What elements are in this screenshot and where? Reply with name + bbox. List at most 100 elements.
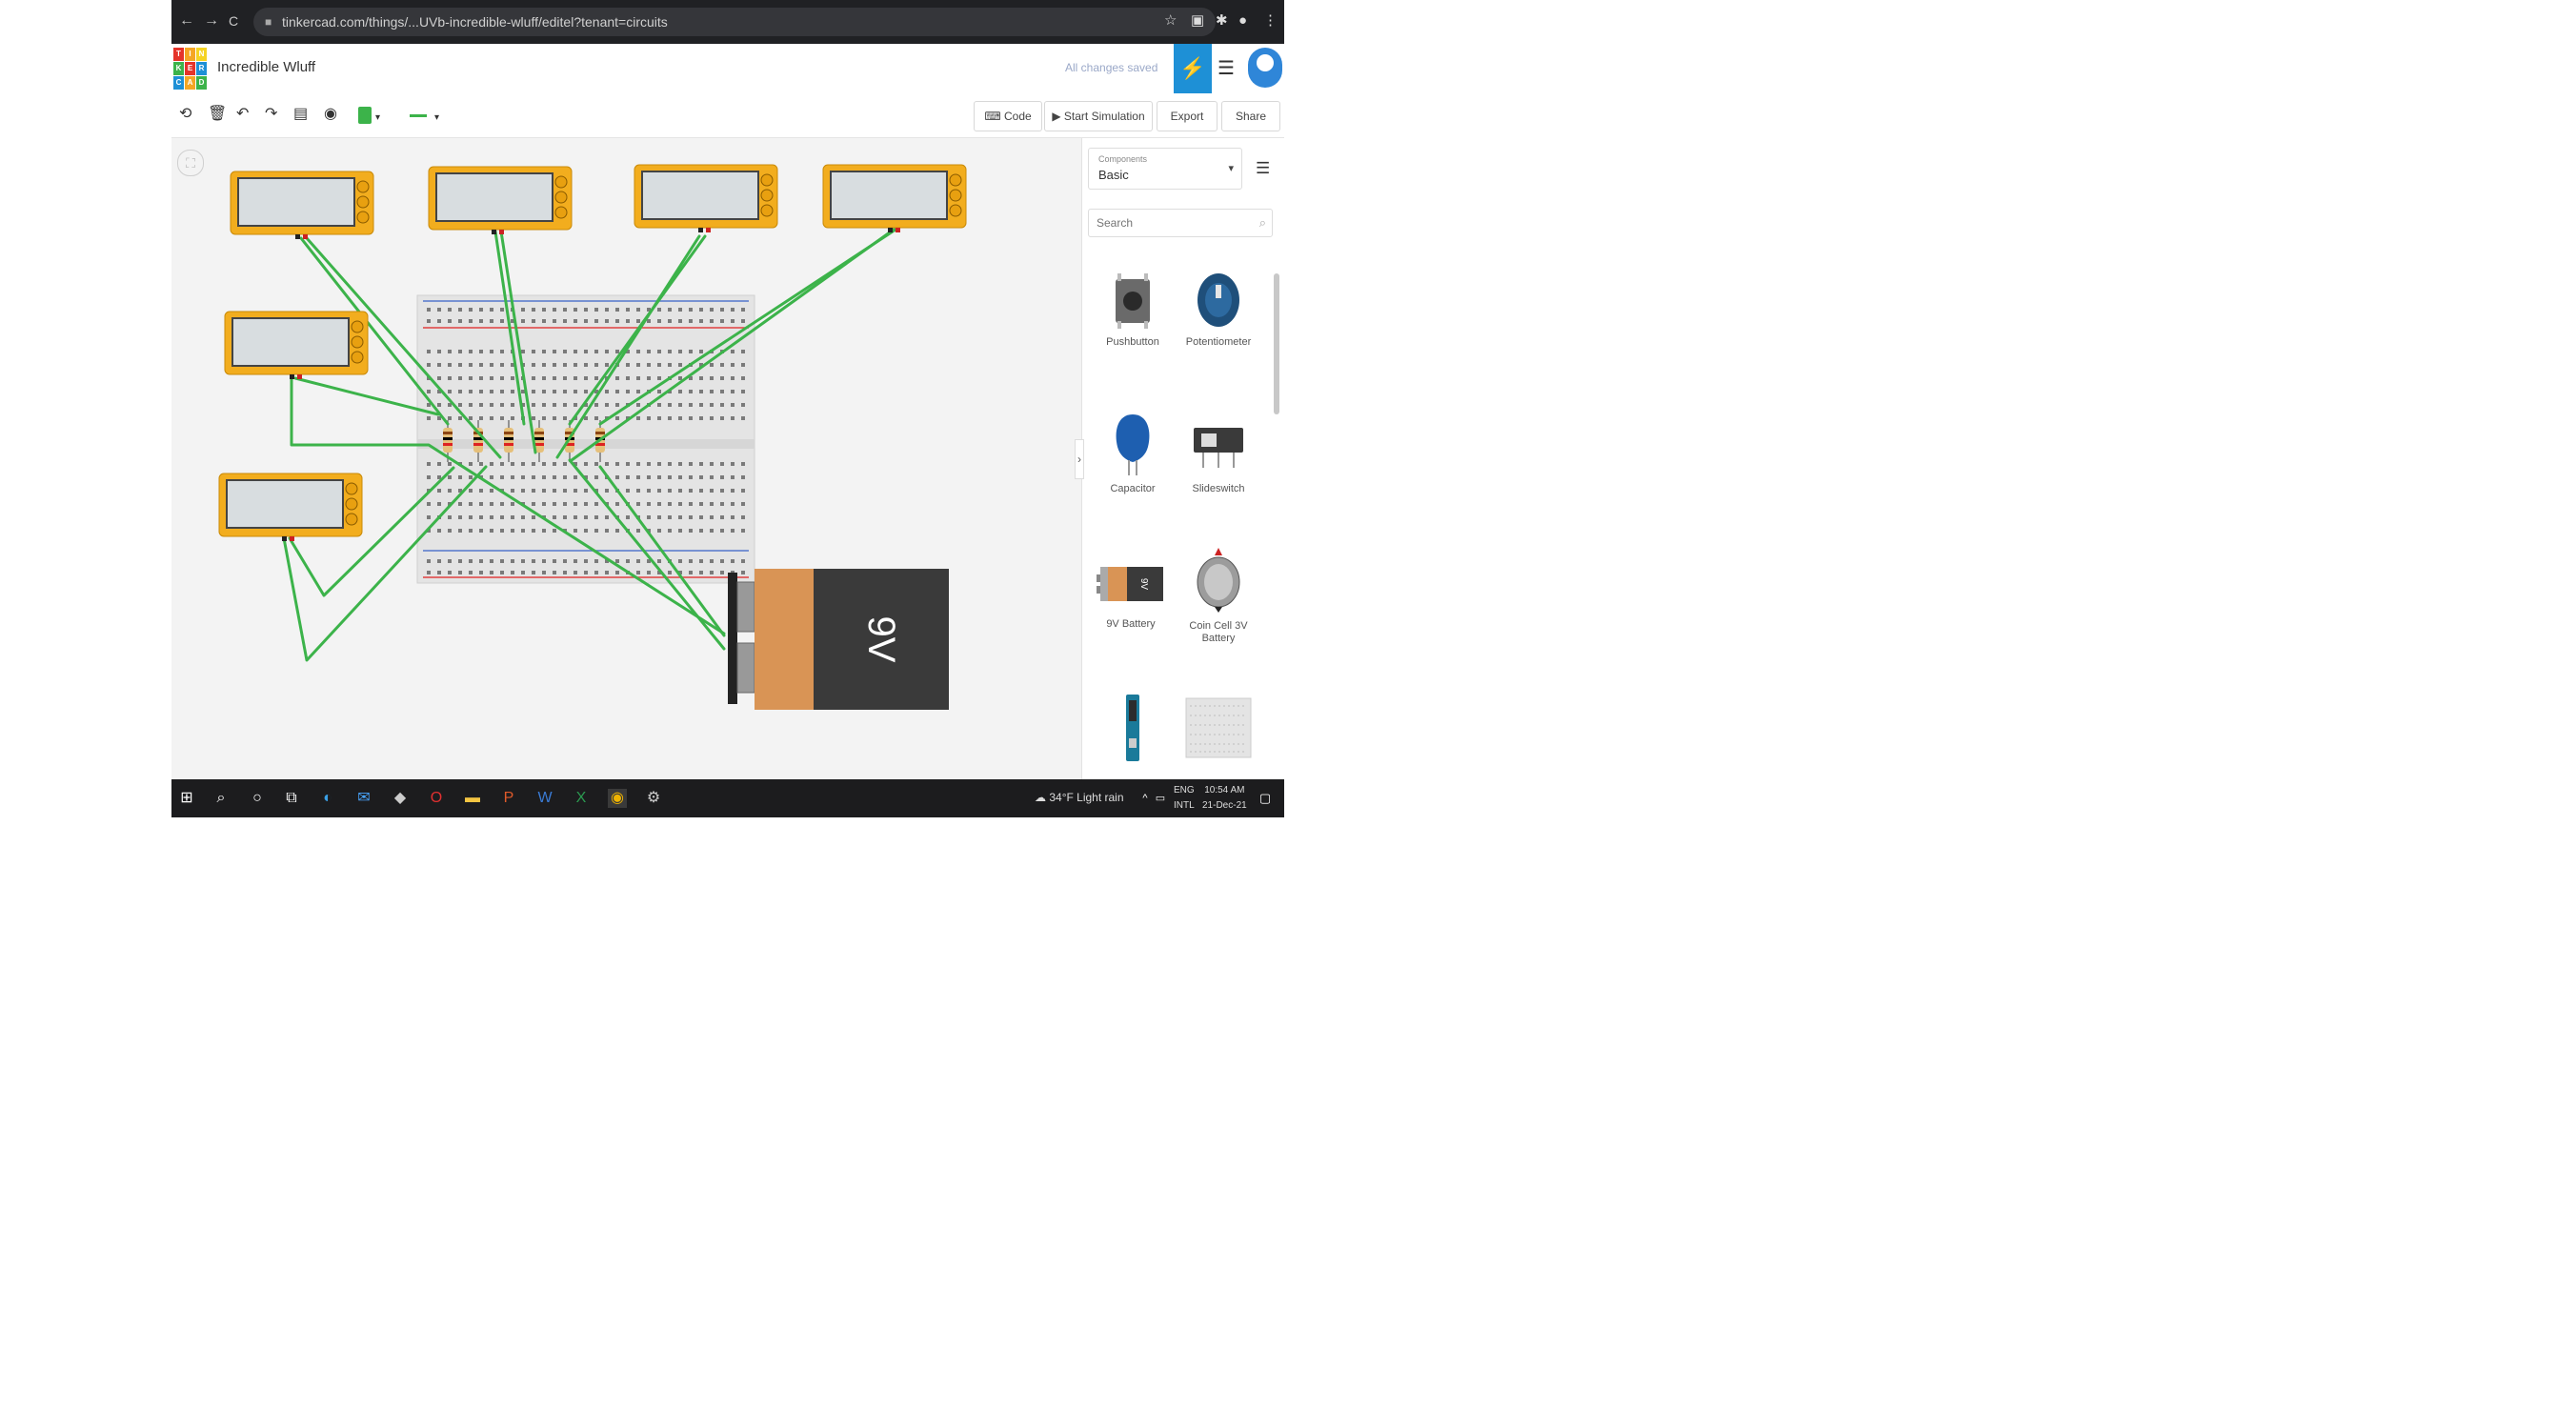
breadboard-hole[interactable] xyxy=(657,376,661,380)
breadboard-hole[interactable] xyxy=(584,376,588,380)
breadboard-hole[interactable] xyxy=(699,376,703,380)
breadboard-hole[interactable] xyxy=(636,502,640,506)
breadboard-hole[interactable] xyxy=(657,308,661,312)
breadboard-hole[interactable] xyxy=(699,502,703,506)
breadboard-hole[interactable] xyxy=(584,319,588,323)
breadboard-hole[interactable] xyxy=(647,376,651,380)
breadboard-hole[interactable] xyxy=(699,308,703,312)
breadboard-hole[interactable] xyxy=(605,529,609,533)
breadboard-hole[interactable] xyxy=(678,319,682,323)
breadboard-hole[interactable] xyxy=(448,515,452,519)
breadboard-hole[interactable] xyxy=(647,363,651,367)
breadboard-hole[interactable] xyxy=(500,571,504,574)
breadboard-hole[interactable] xyxy=(532,515,535,519)
breadboard-hole[interactable] xyxy=(668,475,672,479)
breadboard-hole[interactable] xyxy=(542,529,546,533)
breadboard-hole[interactable] xyxy=(720,559,724,563)
circuit-drawing[interactable]: 9V xyxy=(171,138,1081,779)
breadboard-hole[interactable] xyxy=(553,515,556,519)
breadboard-hole[interactable] xyxy=(448,571,452,574)
breadboard-hole[interactable] xyxy=(657,416,661,420)
component-9v-battery[interactable]: 9V 9V Battery xyxy=(1090,552,1172,674)
circuit-view-button[interactable]: ⚡ xyxy=(1174,44,1212,93)
breadboard-hole[interactable] xyxy=(710,529,714,533)
breadboard-hole[interactable] xyxy=(437,350,441,353)
component-capacitor[interactable]: Capacitor xyxy=(1092,411,1174,533)
breadboard-hole[interactable] xyxy=(647,319,651,323)
breadboard-hole[interactable] xyxy=(689,319,693,323)
clock[interactable]: 10:54 AM 21-Dec-21 xyxy=(1202,783,1247,814)
breadboard-hole[interactable] xyxy=(553,350,556,353)
breadboard-hole[interactable] xyxy=(741,529,745,533)
breadboard-hole[interactable] xyxy=(615,462,619,466)
panel-collapse-icon[interactable]: › xyxy=(1075,439,1084,479)
breadboard-hole[interactable] xyxy=(594,319,598,323)
component-pushbutton[interactable]: Pushbutton xyxy=(1092,270,1174,392)
breadboard-hole[interactable] xyxy=(605,319,609,323)
breadboard-hole[interactable] xyxy=(490,416,493,420)
breadboard-hole[interactable] xyxy=(563,571,567,574)
breadboard-hole[interactable] xyxy=(469,363,473,367)
breadboard-hole[interactable] xyxy=(605,403,609,407)
redo-icon[interactable]: ↷ xyxy=(265,105,277,124)
breadboard-hole[interactable] xyxy=(437,319,441,323)
breadboard-hole[interactable] xyxy=(605,489,609,493)
breadboard-hole[interactable] xyxy=(584,529,588,533)
breadboard-hole[interactable] xyxy=(584,308,588,312)
breadboard-hole[interactable] xyxy=(574,489,577,493)
breadboard-hole[interactable] xyxy=(521,350,525,353)
breadboard-hole[interactable] xyxy=(626,319,630,323)
breadboard-hole[interactable] xyxy=(448,363,452,367)
breadboard-hole[interactable] xyxy=(500,515,504,519)
breadboard-hole[interactable] xyxy=(720,403,724,407)
puzzle-icon[interactable]: ✱ xyxy=(1216,13,1228,29)
breadboard-hole[interactable] xyxy=(469,403,473,407)
breadboard-hole[interactable] xyxy=(647,515,651,519)
breadboard-hole[interactable] xyxy=(553,308,556,312)
breadboard-hole[interactable] xyxy=(532,475,535,479)
chrome-icon[interactable]: ◉ xyxy=(608,789,627,808)
breadboard-hole[interactable] xyxy=(636,403,640,407)
breadboard-hole[interactable] xyxy=(469,515,473,519)
breadboard-hole[interactable] xyxy=(657,462,661,466)
breadboard-hole[interactable] xyxy=(657,502,661,506)
breadboard-hole[interactable] xyxy=(668,515,672,519)
breadboard-hole[interactable] xyxy=(511,502,514,506)
chevron-down-icon[interactable]: ▾ xyxy=(434,109,439,128)
breadboard-hole[interactable] xyxy=(741,308,745,312)
breadboard-hole[interactable] xyxy=(553,489,556,493)
cortana-icon[interactable]: ○ xyxy=(248,789,267,808)
breadboard-hole[interactable] xyxy=(720,363,724,367)
breadboard-hole[interactable] xyxy=(710,376,714,380)
breadboard-hole[interactable] xyxy=(657,350,661,353)
breadboard-hole[interactable] xyxy=(731,308,735,312)
breadboard-hole[interactable] xyxy=(731,529,735,533)
breadboard-hole[interactable] xyxy=(532,403,535,407)
breadboard-hole[interactable] xyxy=(636,529,640,533)
breadboard-hole[interactable] xyxy=(741,489,745,493)
reload-icon[interactable]: C xyxy=(229,13,238,29)
breadboard-hole[interactable] xyxy=(615,319,619,323)
component-breadboard[interactable] xyxy=(1177,696,1259,769)
breadboard-hole[interactable] xyxy=(668,350,672,353)
breadboard-hole[interactable] xyxy=(469,559,473,563)
breadboard-hole[interactable] xyxy=(574,529,577,533)
breadboard-hole[interactable] xyxy=(668,462,672,466)
breadboard-hole[interactable] xyxy=(731,363,735,367)
breadboard-hole[interactable] xyxy=(741,319,745,323)
language-indicator[interactable]: ENG INTL xyxy=(1174,783,1195,814)
breadboard-hole[interactable] xyxy=(448,308,452,312)
breadboard-hole[interactable] xyxy=(542,571,546,574)
breadboard-hole[interactable] xyxy=(594,515,598,519)
breadboard-hole[interactable] xyxy=(563,462,567,466)
breadboard-hole[interactable] xyxy=(458,416,462,420)
breadboard-hole[interactable] xyxy=(699,319,703,323)
breadboard-hole[interactable] xyxy=(553,376,556,380)
breadboard-hole[interactable] xyxy=(437,308,441,312)
breadboard-hole[interactable] xyxy=(563,416,567,420)
breadboard-hole[interactable] xyxy=(563,350,567,353)
breadboard-hole[interactable] xyxy=(500,376,504,380)
breadboard-hole[interactable] xyxy=(678,475,682,479)
breadboard-hole[interactable] xyxy=(594,376,598,380)
share-button[interactable]: Share xyxy=(1221,101,1280,131)
